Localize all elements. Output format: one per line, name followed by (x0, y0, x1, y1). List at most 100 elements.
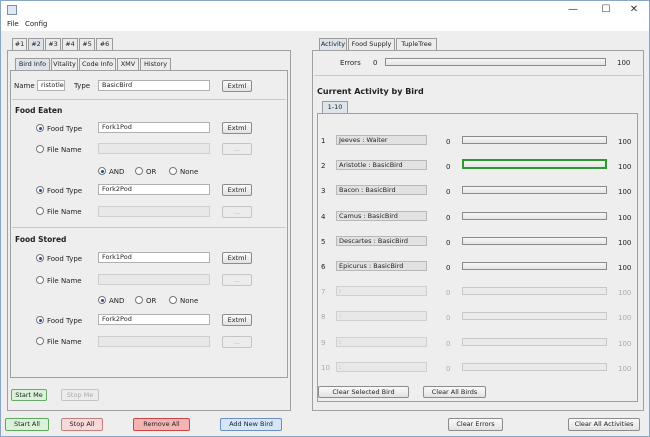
eaten-none-radio[interactable] (169, 167, 177, 175)
activity-row-value: 0 (446, 138, 451, 146)
stored-food2-field[interactable]: Fork2Pod (98, 314, 210, 325)
activity-row-max: 100 (618, 289, 632, 297)
tab-code-info[interactable]: Code Info (79, 58, 116, 70)
stored-food1-extml-button[interactable]: Extml (222, 252, 252, 264)
activity-row-bird[interactable]: Descartes : BasicBird (336, 236, 427, 246)
activity-row-progress-bar[interactable] (462, 159, 607, 169)
java-app-icon (7, 5, 17, 15)
tab-bird-3[interactable]: #3 (45, 38, 61, 50)
stored-food1-type-radio[interactable] (36, 254, 44, 262)
activity-row-value: 0 (446, 188, 451, 196)
add-new-bird-button[interactable]: Add New Bird (220, 418, 282, 431)
tab-history[interactable]: History (140, 58, 171, 70)
eaten-food2-extml-button[interactable]: Extml (222, 184, 252, 196)
activity-row-max: 100 (618, 314, 632, 322)
stored-file2-label: File Name (47, 338, 82, 346)
stored-food2-type-radio[interactable] (36, 316, 44, 324)
eaten-file2-radio[interactable] (36, 207, 44, 215)
activity-heading: Current Activity by Bird (317, 87, 424, 96)
bird-info-panel (10, 70, 288, 378)
divider (12, 99, 286, 100)
tab-page-1-10[interactable]: 1-10 (322, 101, 348, 113)
tab-bird-6[interactable]: #6 (96, 38, 113, 50)
activity-row-bird[interactable]: Aristotle : BasicBird (336, 160, 427, 170)
divider (314, 75, 642, 76)
maximize-button[interactable]: ☐ (591, 2, 621, 18)
close-button[interactable]: ✕ (619, 2, 649, 18)
eaten-food1-extml-button[interactable]: Extml (222, 122, 252, 134)
stored-file1-radio[interactable] (36, 276, 44, 284)
menu-file[interactable]: File (7, 20, 19, 28)
eaten-food1-type-radio[interactable] (36, 124, 44, 132)
eaten-file1-radio[interactable] (36, 145, 44, 153)
clear-all-birds-button[interactable]: Clear All Birds (423, 386, 486, 398)
minimize-button[interactable]: — (558, 2, 588, 18)
activity-row-bird[interactable]: Epicurus : BasicBird (336, 261, 427, 271)
divider (12, 227, 286, 228)
activity-row-progress-bar (462, 338, 607, 346)
tab-bird-5[interactable]: #5 (79, 38, 95, 50)
activity-row-progress-bar[interactable] (462, 262, 607, 270)
menu-config[interactable]: Config (25, 20, 47, 28)
clear-selected-bird-button[interactable]: Clear Selected Bird (318, 386, 409, 398)
name-field[interactable]: ristotle (37, 80, 65, 91)
tab-xmv[interactable]: XMV (117, 58, 139, 70)
clear-all-activities-button[interactable]: Clear All Activities (568, 418, 640, 431)
eaten-file1-label: File Name (47, 146, 82, 154)
start-all-button[interactable]: Start All (5, 418, 49, 431)
activity-row-value: 0 (446, 214, 451, 222)
eaten-or-radio[interactable] (135, 167, 143, 175)
activity-row-index: 9 (321, 339, 326, 347)
eaten-food2-field[interactable]: Fork2Pod (98, 184, 210, 195)
stored-food2-extml-button[interactable]: Extml (222, 314, 252, 326)
type-field[interactable]: BasicBird (98, 80, 210, 91)
stored-file2-radio[interactable] (36, 337, 44, 345)
stored-file2-field (98, 336, 210, 347)
activity-row-max: 100 (618, 239, 632, 247)
tab-bird-1[interactable]: #1 (12, 38, 27, 50)
tab-activity[interactable]: Activity (319, 38, 347, 50)
food-eaten-heading: Food Eaten (15, 106, 63, 115)
eaten-food2-type-radio[interactable] (36, 186, 44, 194)
activity-row-progress-bar[interactable] (462, 237, 607, 245)
type-extml-button[interactable]: Extml (222, 80, 252, 92)
eaten-none-label: None (180, 168, 199, 176)
tab-food-supply[interactable]: Food Supply (348, 38, 395, 50)
stored-or-radio[interactable] (135, 296, 143, 304)
stored-none-label: None (180, 297, 199, 305)
activity-row-bird[interactable]: Bacon : BasicBird (336, 185, 427, 195)
activity-row-index: 10 (321, 364, 330, 372)
stored-file1-field (98, 274, 210, 285)
stored-and-radio[interactable] (98, 296, 106, 304)
tab-bird-4[interactable]: #4 (62, 38, 78, 50)
activity-row-index: 2 (321, 162, 326, 170)
food-stored-heading: Food Stored (15, 235, 67, 244)
activity-row-bird: : (336, 311, 427, 321)
activity-row-bird[interactable]: Jeeves : Waiter (336, 135, 427, 145)
stop-all-button[interactable]: Stop All (61, 418, 103, 431)
stored-and-label: AND (109, 297, 125, 305)
name-label: Name (14, 82, 35, 90)
activity-row-bird[interactable]: Camus : BasicBird (336, 211, 427, 221)
tab-vitality[interactable]: Vitality (51, 58, 78, 70)
remove-all-button[interactable]: Remove All (133, 418, 190, 431)
activity-row-progress-bar[interactable] (462, 136, 607, 144)
clear-errors-button[interactable]: Clear Errors (448, 418, 503, 431)
activity-row-progress-bar (462, 363, 607, 371)
eaten-and-radio[interactable] (98, 167, 106, 175)
activity-row-progress-bar[interactable] (462, 186, 607, 194)
activity-row-value: 0 (446, 365, 451, 373)
eaten-file1-field (98, 143, 210, 154)
eaten-food1-field[interactable]: Fork1Pod (98, 122, 210, 133)
stored-none-radio[interactable] (169, 296, 177, 304)
tab-tupletree[interactable]: TupleTree (396, 38, 437, 50)
start-me-button[interactable]: Start Me (11, 389, 47, 401)
errors-label: Errors (340, 59, 361, 67)
tab-bird-2[interactable]: #2 (28, 38, 44, 50)
eaten-file1-browse-button: ... (222, 143, 252, 155)
activity-row-value: 0 (446, 163, 451, 171)
activity-row-progress-bar[interactable] (462, 212, 607, 220)
activity-row-bird: : (336, 286, 427, 296)
tab-bird-info[interactable]: Bird Info (15, 58, 50, 70)
stored-food1-field[interactable]: Fork1Pod (98, 252, 210, 263)
